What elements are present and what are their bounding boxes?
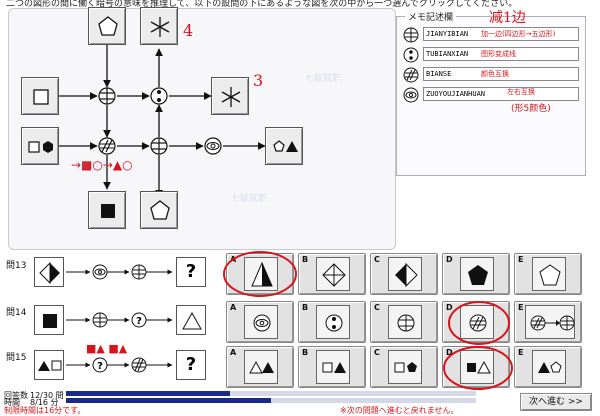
strike-equals-icon	[403, 27, 419, 43]
red-hand-note: →■○→▲○	[71, 158, 133, 172]
diagram-panel: →■○→▲○ 4 3 七联就职 七联就职 七联就职	[8, 7, 396, 250]
time-fill	[66, 398, 271, 403]
q14-option-c[interactable]: C	[370, 301, 438, 343]
strike-equals-operator	[150, 137, 168, 155]
memo-note-2: 图形变成线	[481, 50, 516, 58]
q15-option-c[interactable]: C	[370, 346, 438, 388]
memo-note-1: 加一边(四边形→五边形)	[481, 30, 556, 38]
q13-chain	[66, 264, 173, 280]
two-dots-icon	[403, 47, 419, 63]
q15-option-a[interactable]: A	[226, 346, 294, 388]
q14-chain: ?	[66, 312, 173, 328]
time-bar	[66, 398, 476, 403]
cell-square-outline	[21, 77, 59, 115]
double-slash-operator	[98, 137, 116, 155]
memo-note-4: 左右互换	[507, 88, 535, 96]
cell-pentagon-outline-2	[140, 191, 178, 229]
q14-option-e[interactable]: E	[514, 301, 582, 343]
q15-chain: ?	[66, 357, 173, 373]
q14-option-a[interactable]: A	[226, 301, 294, 343]
remaining-time-text: 制限時間は16分です。	[4, 406, 86, 415]
diagram-connectors: →■○→▲○	[57, 45, 266, 198]
q13-start-cell	[34, 257, 64, 287]
memo-title: メモ記述欄	[405, 10, 457, 23]
q13-option-b[interactable]: B	[298, 253, 366, 295]
svg-text:?: ?	[136, 316, 142, 327]
cell-black-square	[88, 191, 126, 229]
svg-text:?: ?	[97, 361, 103, 372]
cell-asterisk-2	[211, 77, 249, 115]
question-label-14: 問14	[6, 308, 27, 318]
q15-option-d[interactable]: D	[442, 346, 513, 390]
cell-square-hexagon	[21, 127, 59, 165]
q13-option-a[interactable]: A	[223, 251, 297, 297]
strike-equals-operator	[98, 87, 116, 105]
cell-pentagon-triangle	[265, 127, 303, 165]
q15-option-e[interactable]: E	[514, 346, 582, 388]
red-number-3: 3	[253, 71, 264, 90]
q15-red-note: ■▲ ■▲	[86, 342, 128, 355]
cell-asterisk	[140, 7, 178, 45]
q13-option-c[interactable]: C	[370, 253, 438, 295]
q14-end-cell	[176, 305, 206, 335]
red-number-4: 4	[183, 21, 194, 40]
q14-option-d[interactable]: D	[442, 301, 510, 345]
memo-input-4[interactable]	[423, 87, 579, 101]
eye-lens-icon	[403, 87, 419, 103]
q15-option-b[interactable]: B	[298, 346, 366, 388]
q14-start-cell	[34, 305, 64, 335]
progress-bar	[66, 391, 476, 396]
q13-option-d[interactable]: D	[442, 253, 510, 295]
memo-note-3: 颜色互换	[481, 70, 509, 78]
two-dots-operator	[150, 87, 168, 105]
progress-fill	[66, 391, 230, 396]
q14-option-b[interactable]: B	[298, 301, 366, 343]
question-label-13: 問13	[6, 261, 27, 271]
double-slash-icon	[403, 67, 419, 83]
memo-panel: メモ記述欄 减1边 加一边(四边形→五边形) 图形变成线 颜色互换 左右互换 (…	[396, 10, 586, 176]
eye-lens-operator	[204, 137, 222, 155]
cell-pentagon-outline	[88, 7, 126, 45]
q15-answer-cell: ?	[176, 350, 206, 380]
q13-answer-cell: ?	[176, 257, 206, 287]
memo-red-annotation-2: (形5颜色)	[511, 104, 551, 114]
warning-text: ※次の問題へ進むと戻れません。	[340, 406, 459, 415]
next-button[interactable]: 次へ進む >>	[520, 393, 592, 411]
q13-option-e[interactable]: E	[514, 253, 582, 295]
memo-red-annotation: 减1边	[489, 10, 526, 26]
q15-start-cell	[34, 350, 64, 380]
question-label-15: 問15	[6, 353, 27, 363]
